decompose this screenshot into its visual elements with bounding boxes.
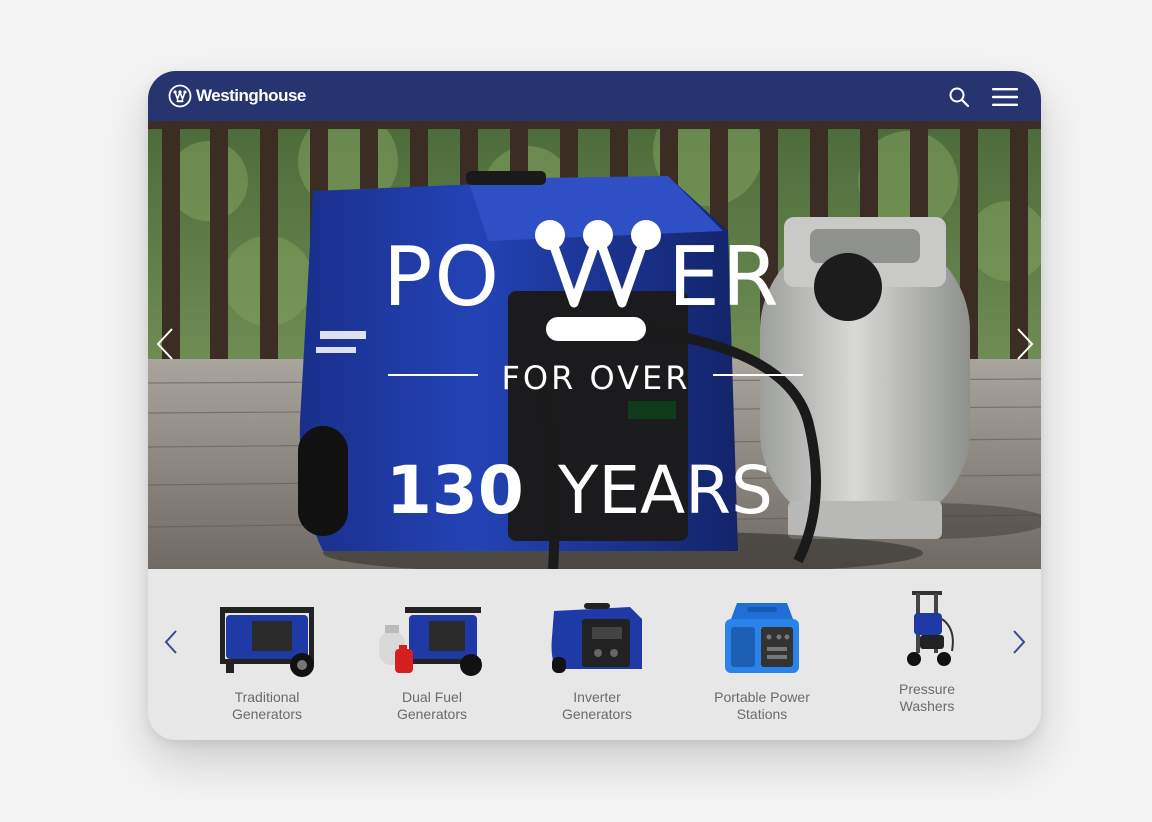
- brand-name: Westinghouse: [196, 86, 306, 105]
- westinghouse-logo-icon: [168, 84, 192, 108]
- svg-text:PO: PO: [383, 230, 501, 325]
- category-label: Pressure Washers: [898, 681, 956, 714]
- category-traditional-generators[interactable]: Traditional Generators: [192, 597, 342, 727]
- svg-text:ER: ER: [668, 230, 781, 325]
- category-dual-fuel-generators[interactable]: Dual Fuel Generators: [357, 597, 507, 727]
- hero-subtitle: FOR OVER: [502, 359, 691, 397]
- category-carousel: Traditional Generators Dual Fuel Generat…: [148, 569, 1041, 740]
- category-portable-power-stations[interactable]: Portable Power Stations: [687, 597, 837, 727]
- hero-number: 130: [386, 452, 524, 529]
- top-nav-bar: Westinghouse: [148, 71, 1041, 121]
- inverter-generator-image: [551, 603, 642, 673]
- hero-years: YEARS: [557, 452, 773, 529]
- hero-prev-arrow-icon[interactable]: [154, 326, 176, 362]
- category-inverter-generators[interactable]: Inverter Generators: [522, 597, 672, 727]
- dual-fuel-generator-image: [379, 607, 482, 676]
- hero-next-arrow-icon[interactable]: [1014, 326, 1036, 362]
- category-label: Dual Fuel Generators: [396, 689, 468, 722]
- category-prev-arrow-icon[interactable]: [162, 629, 180, 655]
- hamburger-menu-icon[interactable]: [991, 86, 1019, 108]
- tablet-frame: Westinghouse PO ER FOR OVER 130 YEARS Tr…: [148, 71, 1041, 740]
- category-pressure-washers[interactable]: Pressure Washers: [852, 589, 1002, 719]
- hero-banner[interactable]: PO ER FOR OVER 130 YEARS: [148, 121, 1041, 569]
- category-label: Traditional Generators: [231, 689, 303, 722]
- pressure-washer-image: [907, 591, 954, 666]
- category-label: Inverter Generators: [561, 689, 633, 722]
- portable-power-station-image: [725, 603, 799, 673]
- search-icon[interactable]: [948, 86, 970, 108]
- category-label: Portable Power Stations: [714, 689, 810, 722]
- hero-headline: PO ER FOR OVER 130 YEARS: [383, 220, 803, 529]
- westinghouse-logo[interactable]: Westinghouse: [168, 83, 306, 109]
- category-next-arrow-icon[interactable]: [1010, 629, 1028, 655]
- traditional-generator-image: [220, 607, 314, 677]
